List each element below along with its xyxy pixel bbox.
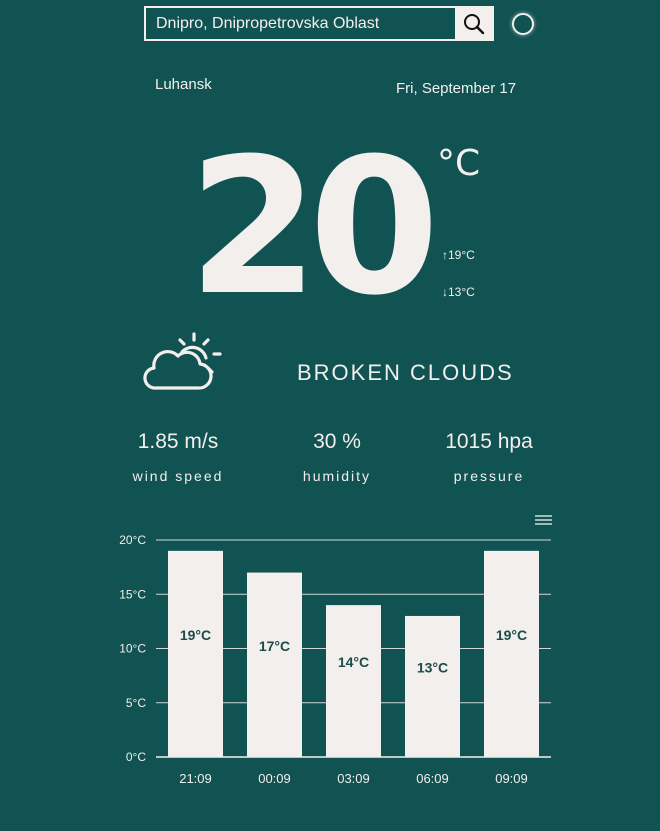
chart-bar	[247, 572, 302, 757]
chart-y-tick-label: 5°C	[126, 696, 146, 710]
chart-bar	[405, 615, 460, 757]
forecast-chart: 0°C 5°C 10°C 15°C 20°C 19°C 21:09 17°C 00:09 14°C…	[119, 533, 551, 786]
chart-x-tick-label: 21:09	[179, 771, 212, 786]
chart-data-label: 17°C	[259, 638, 290, 654]
chart-x-tick-label: 00:09	[258, 771, 291, 786]
chart-y-tick-label: 10°C	[119, 642, 146, 656]
chart-data-label: 13°C	[417, 659, 448, 675]
chart-bar	[484, 550, 539, 757]
chart-bar	[326, 605, 381, 757]
chart-x-tick-label: 03:09	[337, 771, 370, 786]
chart-bar	[168, 550, 223, 757]
chart-data-label: 19°C	[180, 627, 211, 643]
chart-y-tick-label: 0°C	[126, 750, 146, 764]
chart-data-label: 19°C	[496, 627, 527, 643]
chart-data-label: 14°C	[338, 654, 369, 670]
chart-y-tick-label: 20°C	[119, 533, 146, 547]
chart-x-tick-label: 06:09	[416, 771, 449, 786]
chart-y-tick-label: 15°C	[119, 587, 146, 601]
chart-x-tick-label: 09:09	[495, 771, 528, 786]
